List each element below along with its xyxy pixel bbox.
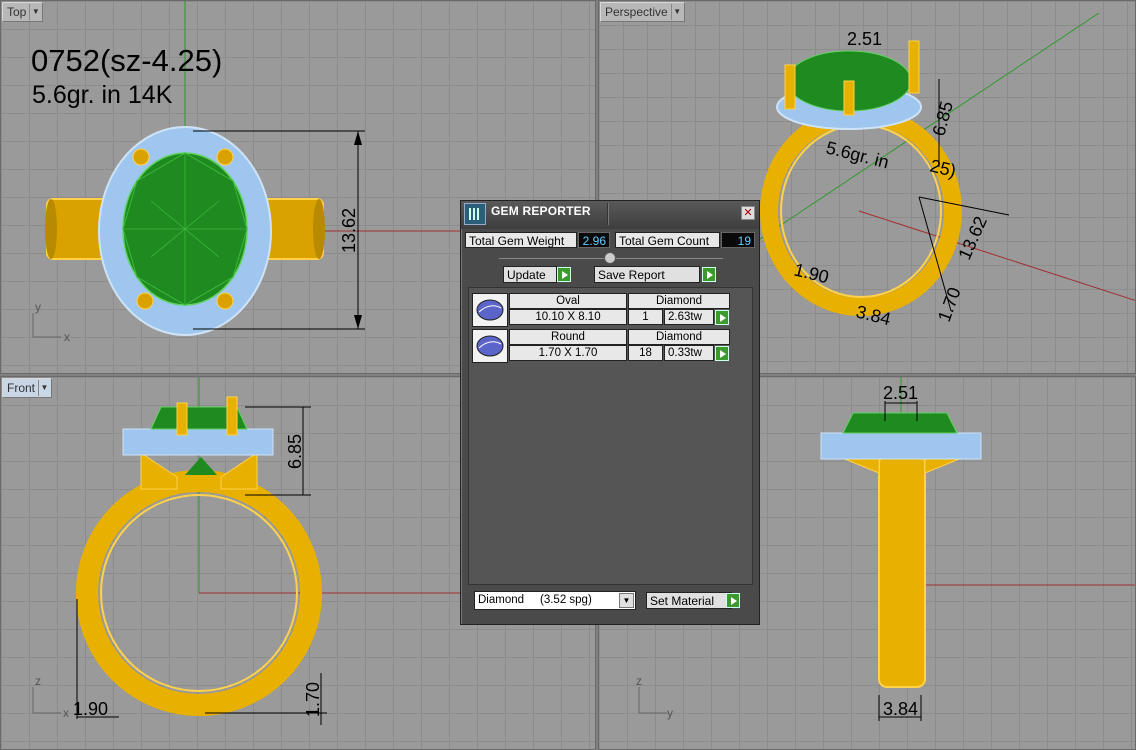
save-report-button[interactable]: Save Report: [594, 266, 700, 283]
chevron-down-icon[interactable]: ▼: [670, 4, 683, 20]
gem-reporter-logo-icon: [464, 203, 486, 225]
titlebar-divider: [607, 203, 609, 225]
axis-z-label: z: [35, 674, 41, 688]
set-material-go-icon[interactable]: [726, 593, 740, 608]
chevron-down-icon[interactable]: ▼: [38, 380, 50, 396]
dimension-height: 13.62: [339, 208, 359, 253]
gem-weight: 0.33tw: [664, 345, 714, 361]
gem-material: Diamond: [628, 329, 730, 345]
annotation-title: 0752(sz-4.25): [31, 43, 223, 78]
chevron-down-icon[interactable]: ▼: [619, 593, 634, 608]
gem-row-oval[interactable]: Oval Diamond 10.10 X 8.10 1 2.63tw: [472, 293, 730, 327]
right-dim-bottom: 3.84: [883, 699, 918, 719]
axis-y-label: y: [667, 706, 673, 720]
axis-x-label: x: [63, 706, 69, 720]
panel-title: GEM REPORTER: [491, 204, 591, 218]
viewport-label-front[interactable]: Front ▼: [2, 378, 53, 398]
gem-reporter-panel[interactable]: GEM REPORTER ✕ Total Gem Weight 2.96 Tot…: [460, 200, 760, 625]
gem-select-go-icon[interactable]: [715, 346, 729, 361]
set-material-button[interactable]: Set Material: [646, 592, 732, 609]
chevron-down-icon[interactable]: ▼: [29, 4, 41, 20]
annotation-subtitle: 5.6gr. in 14K: [32, 81, 173, 109]
viewport-label-perspective[interactable]: Perspective ▼: [600, 2, 685, 22]
gem-row-round[interactable]: Round Diamond 1.70 X 1.70 18 0.33tw: [472, 329, 730, 363]
gem-size: 10.10 X 8.10: [509, 309, 627, 325]
gem-shape: Oval: [509, 293, 627, 309]
persp-dim-small: 1.70: [934, 285, 965, 325]
gem-count: 18: [628, 345, 663, 361]
gem-material: Diamond: [628, 293, 730, 309]
splitter-handle[interactable]: [604, 252, 616, 264]
save-report-go-icon[interactable]: [702, 267, 716, 282]
oval-gem-icon: [472, 293, 508, 327]
gem-shape: Round: [509, 329, 627, 345]
viewport-title: Perspective: [605, 5, 668, 19]
viewport-label-top[interactable]: Top ▼: [2, 2, 44, 22]
update-button[interactable]: Update: [503, 266, 557, 283]
persp-text: 5.6gr. in: [824, 137, 891, 172]
right-dim-top: 2.51: [883, 383, 918, 403]
total-gem-count-value: 19: [721, 232, 755, 248]
front-dim-height: 6.85: [285, 434, 305, 469]
total-gem-weight-label: Total Gem Weight: [465, 232, 577, 248]
gem-count: 1: [628, 309, 663, 325]
material-select-value: Diamond (3.52 spg): [478, 594, 592, 606]
center-oval-gem: [842, 412, 958, 434]
gem-size: 1.70 X 1.70: [509, 345, 627, 361]
viewport-title: Top: [7, 5, 27, 19]
persp-dim-height: 6.85: [929, 99, 957, 138]
total-gem-weight-value: 2.96: [578, 232, 610, 248]
axis-x-label: x: [64, 330, 70, 344]
persp-dim-top: 2.51: [847, 29, 882, 49]
front-dim-bottom: 1.70: [303, 682, 323, 717]
gem-list[interactable]: Oval Diamond 10.10 X 8.10 1 2.63tw Round…: [468, 287, 753, 585]
ring-shank: [878, 454, 926, 688]
gem-weight: 2.63tw: [664, 309, 714, 325]
axis-y-label: y: [35, 300, 41, 314]
viewport-title: Front: [7, 381, 36, 395]
update-go-icon[interactable]: [557, 267, 571, 282]
close-button[interactable]: ✕: [741, 206, 755, 220]
total-gem-count-label: Total Gem Count: [615, 232, 720, 248]
material-select[interactable]: Diamond (3.52 spg) ▼: [474, 591, 636, 610]
axis-z-label: z: [636, 674, 642, 688]
round-gem-icon: [472, 329, 508, 363]
front-dim-shank: 1.90: [73, 699, 108, 719]
gem-select-go-icon[interactable]: [715, 310, 729, 325]
persp-text2: 25): [928, 155, 958, 181]
panel-titlebar[interactable]: GEM REPORTER ✕: [461, 201, 759, 229]
